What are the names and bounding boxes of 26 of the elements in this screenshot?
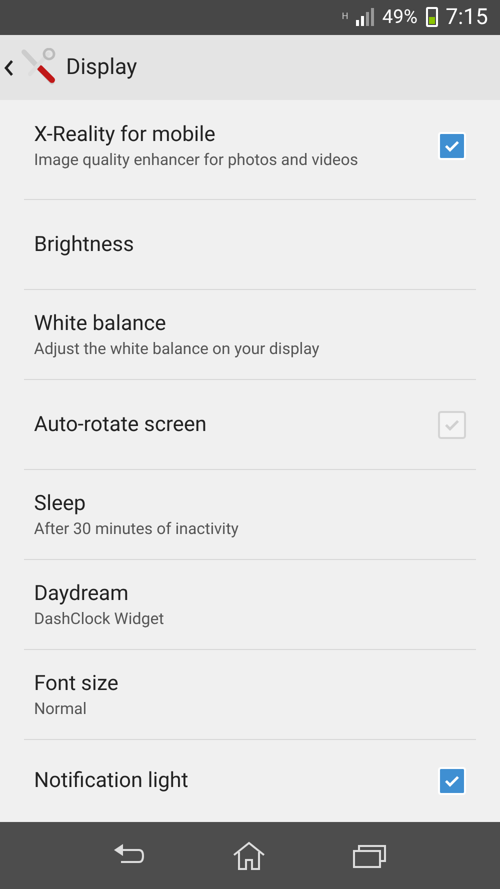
setting-title[interactable]: Notification light	[34, 767, 438, 796]
checkmark-icon	[444, 418, 460, 432]
signal-icon	[356, 8, 374, 26]
setting-summary: Image quality enhancer for photos and videos	[34, 148, 360, 171]
screen-title: Display	[66, 54, 138, 82]
network-type: H	[342, 12, 348, 22]
setting-title[interactable]: Font size	[34, 670, 466, 698]
battery-percent: 49%	[382, 4, 418, 30]
back-chevron-icon[interactable]	[4, 58, 14, 77]
checkbox[interactable]	[438, 410, 466, 439]
setting-title[interactable]: X-Reality for mobile	[34, 120, 438, 149]
setting-summary: After 30 minutes of inactivity	[34, 518, 240, 540]
setting-title[interactable]: Daydream	[34, 580, 466, 608]
checkmark-icon	[444, 774, 460, 788]
clock: 7:15	[446, 4, 488, 32]
battery-icon	[426, 7, 438, 28]
recent-apps-icon[interactable]	[352, 842, 387, 869]
setting-summary: DashClock Widget	[34, 608, 165, 630]
setting-title[interactable]: Sleep	[34, 490, 466, 518]
setting-title[interactable]: Brightness	[34, 230, 466, 259]
setting-title[interactable]: Auto-rotate screen	[34, 410, 438, 439]
setting-summary: Normal	[34, 698, 88, 720]
setting-summary: Adjust the white balance on your display	[34, 338, 320, 360]
checkmark-icon	[444, 138, 460, 153]
home-icon[interactable]	[232, 840, 266, 871]
setting-title[interactable]: White balance	[34, 310, 466, 338]
